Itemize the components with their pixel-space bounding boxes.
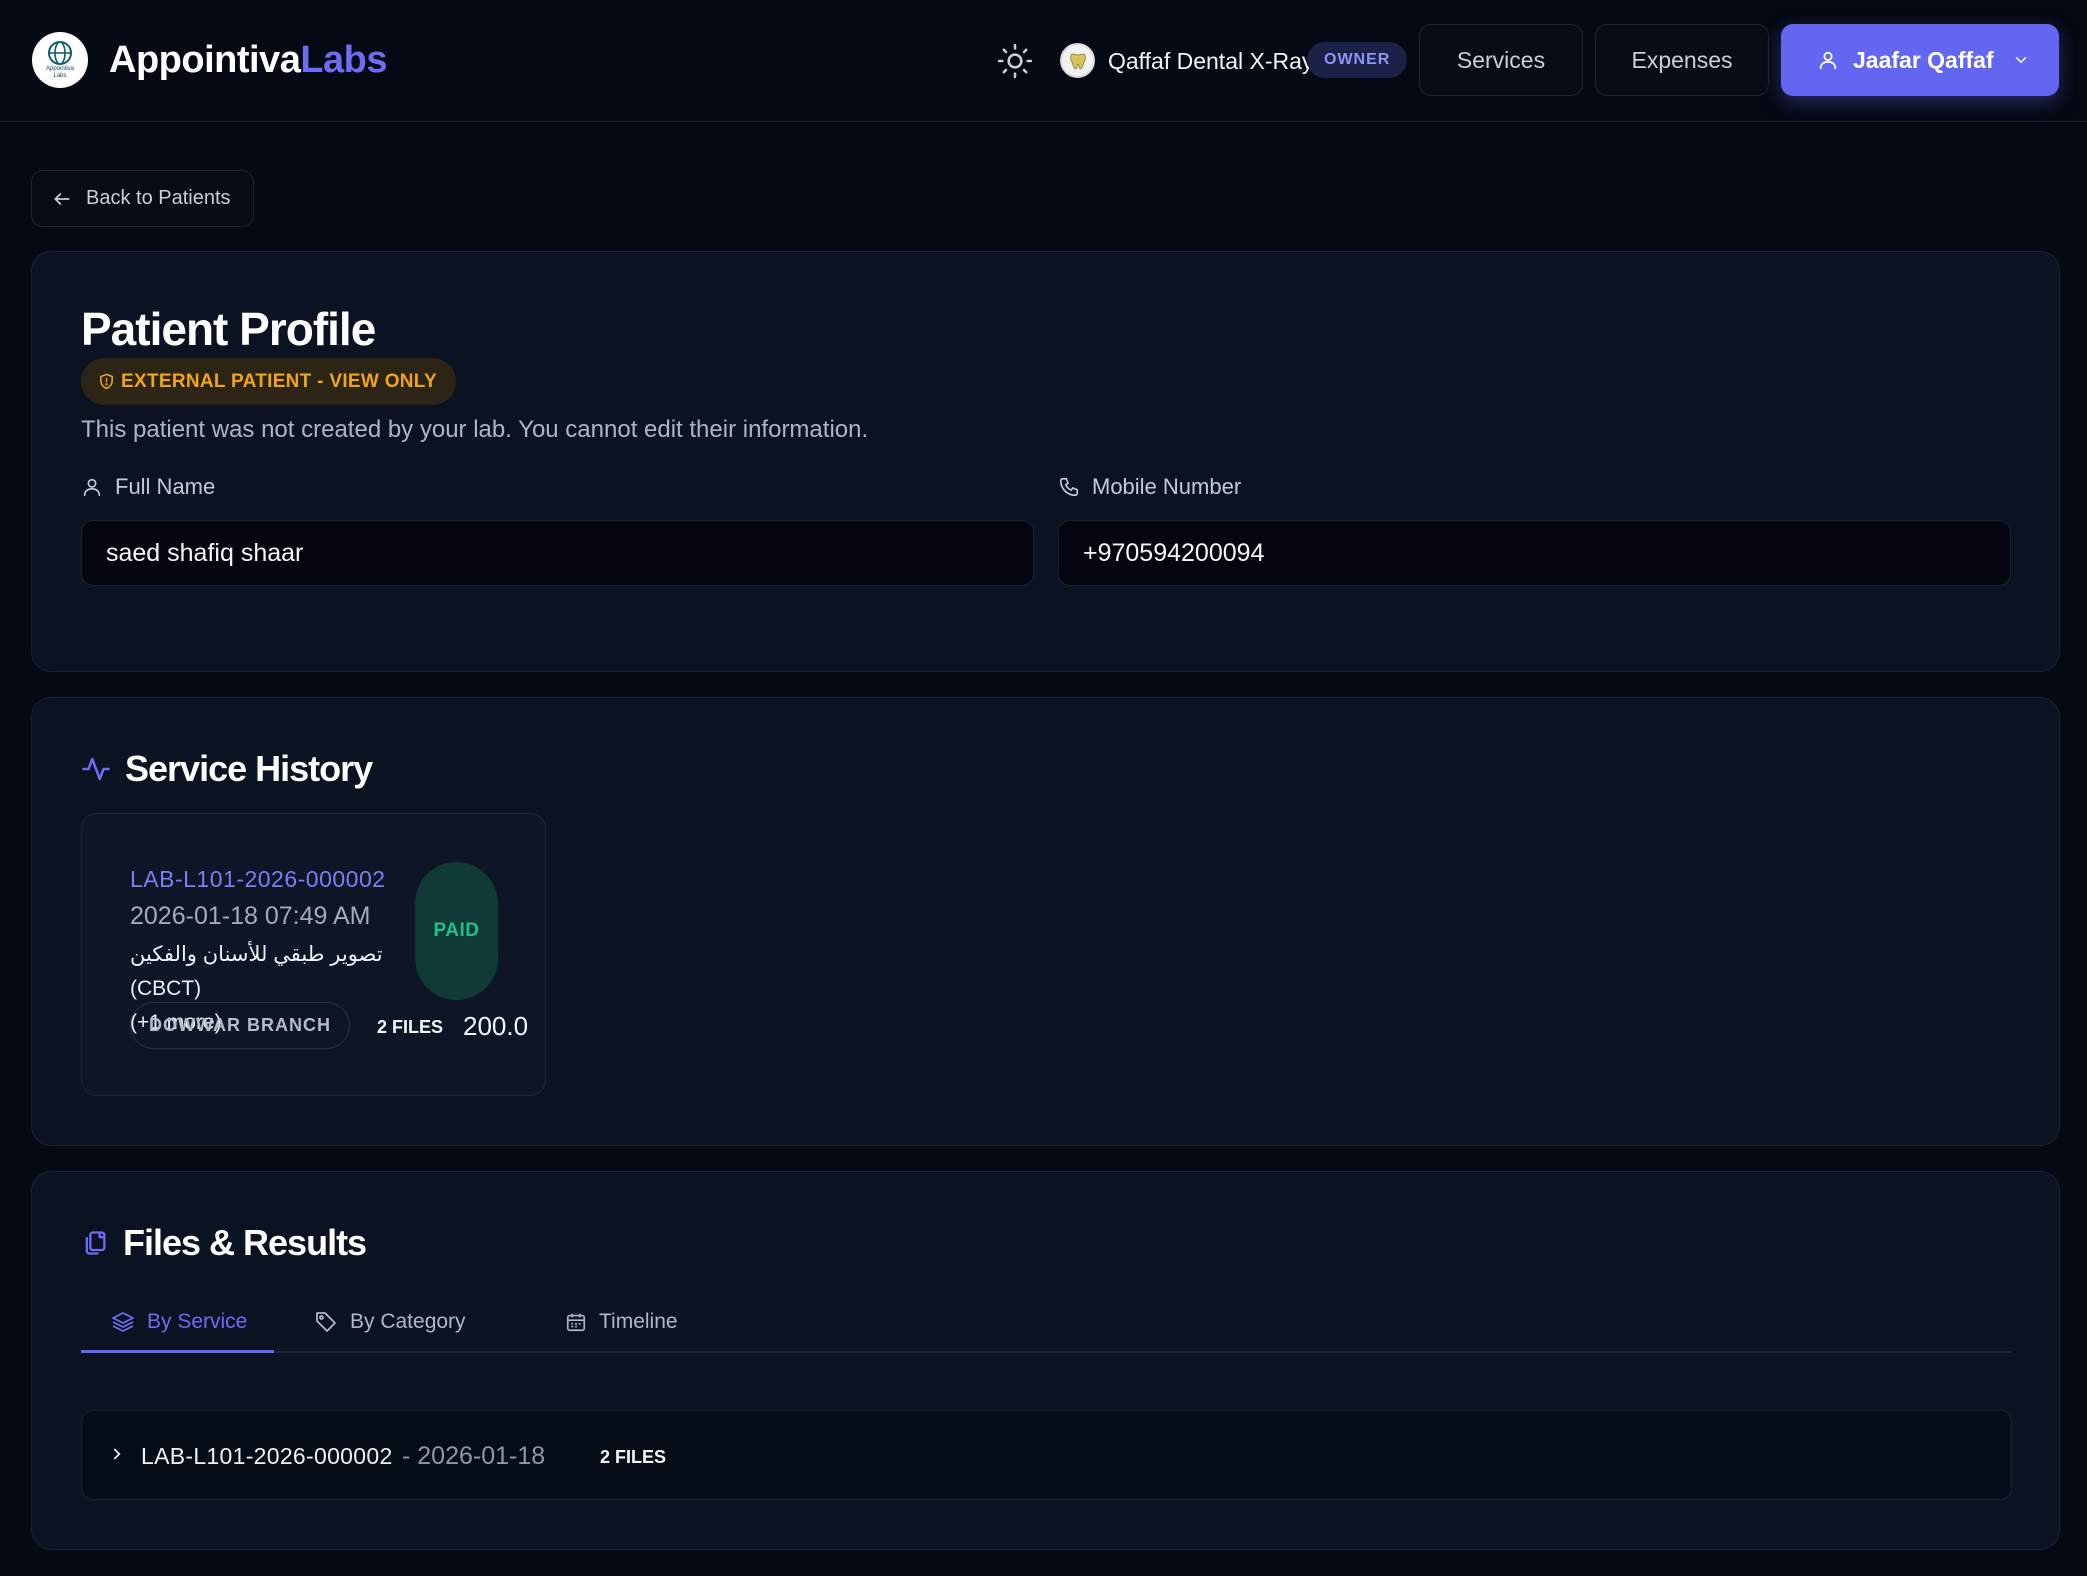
tab-by-service-label: By Service <box>147 1310 248 1333</box>
full-name-label: Full Name <box>81 474 215 500</box>
tab-by-category-label: By Category <box>350 1310 466 1333</box>
top-header: Appointiva Labs AppointivaLabs Qaffaf De… <box>0 0 2087 122</box>
user-menu-button[interactable]: Jaafar Qaffaf <box>1781 24 2059 96</box>
service-amount: 200.0 <box>463 1011 529 1041</box>
files-icon <box>85 1231 106 1255</box>
user-name: Jaafar Qaffaf <box>1853 46 1994 73</box>
brand-part-2: Labs <box>300 39 388 81</box>
service-history-item[interactable]: LAB-L101-2026-000002 2026-01-18 07:49 AM… <box>81 813 546 1096</box>
tab-by-service[interactable]: By Service <box>111 1291 247 1353</box>
full-name-label-text: Full Name <box>115 474 216 499</box>
files-results-title-text: Files & Results <box>123 1222 367 1263</box>
user-icon <box>1819 51 1837 70</box>
file-group-count: 2 FILES <box>600 1447 667 1467</box>
back-to-patients-button[interactable]: Back to Patients <box>31 170 254 227</box>
service-code[interactable]: LAB-L101-2026-000002 <box>130 864 386 894</box>
sun-icon <box>997 43 1033 79</box>
full-name-field[interactable]: saed shafiq shaar <box>81 520 1034 586</box>
theme-toggle-button[interactable] <box>996 42 1034 80</box>
file-group-row[interactable]: LAB-L101-2026-000002 - 2026-01-18 2 FILE… <box>81 1410 2012 1500</box>
expenses-nav-button[interactable]: Expenses <box>1595 24 1769 96</box>
chevron-right-icon[interactable] <box>108 1445 126 1463</box>
logo-small-text: Appointiva <box>45 66 75 72</box>
mobile-number-field[interactable]: +970594200094 <box>1058 520 2011 586</box>
files-results-title: Files & Results <box>81 1222 367 1264</box>
tab-timeline-label: Timeline <box>599 1310 678 1333</box>
external-patient-badge-label: EXTERNAL PATIENT - VIEW ONLY <box>121 370 437 392</box>
files-results-card: Files & Results By Service By Category T… <box>31 1171 2060 1550</box>
brand-part-1: Appointiva <box>109 39 301 81</box>
active-tab-indicator <box>81 1350 274 1353</box>
app-logo[interactable]: Appointiva Labs <box>32 32 88 88</box>
mobile-number-label-text: Mobile Number <box>1092 474 1242 499</box>
lab-avatar <box>1060 43 1095 78</box>
file-group-code: LAB-L101-2026-000002 <box>141 1443 393 1469</box>
service-history-title: Service History <box>81 748 373 790</box>
arrow-left-icon <box>54 192 70 205</box>
file-group-date: - 2026-01-18 <box>402 1442 546 1470</box>
branch-badge: DOWWAR BRANCH <box>130 1002 350 1049</box>
page-title: Patient Profile <box>81 303 376 355</box>
chevron-down-icon <box>2015 57 2026 64</box>
service-history-card: Service History LAB-L101-2026-000002 202… <box>31 697 2060 1146</box>
brand-name[interactable]: AppointivaLabs <box>109 36 388 84</box>
shield-icon <box>100 373 113 390</box>
layers-icon <box>112 1312 134 1332</box>
globe-logo-icon <box>48 41 72 65</box>
logo-small-text-2: Labs <box>53 73 67 79</box>
service-history-title-text: Service History <box>125 748 373 789</box>
tab-by-category[interactable]: By Category <box>314 1291 466 1353</box>
external-patient-badge: EXTERNAL PATIENT - VIEW ONLY <box>81 358 456 405</box>
calendar-icon <box>566 1313 586 1332</box>
files-tabs: By Service By Category Timeline <box>81 1291 2012 1353</box>
services-nav-button[interactable]: Services <box>1419 24 1583 96</box>
service-datetime: 2026-01-18 07:49 AM <box>130 902 371 930</box>
tab-timeline[interactable]: Timeline <box>565 1291 678 1353</box>
back-button-label: Back to Patients <box>86 187 231 209</box>
tooth-icon <box>1069 53 1086 69</box>
service-name: تصوير طبقي للأسنان والفكين (CBCT) <box>130 943 383 1000</box>
role-badge: OWNER <box>1307 42 1408 78</box>
user-icon <box>83 478 101 497</box>
tag-icon <box>316 1312 336 1332</box>
phone-icon <box>1059 477 1079 497</box>
files-count: 2 FILES <box>377 1017 444 1037</box>
patient-profile-card: Patient Profile EXTERNAL PATIENT - VIEW … <box>31 251 2060 672</box>
payment-status-badge: PAID <box>415 862 498 1000</box>
mobile-number-label: Mobile Number <box>1058 474 1241 500</box>
external-patient-note: This patient was not created by your lab… <box>81 416 869 443</box>
activity-icon <box>82 757 110 781</box>
lab-name[interactable]: Qaffaf Dental X-Ray <box>1108 46 1313 76</box>
